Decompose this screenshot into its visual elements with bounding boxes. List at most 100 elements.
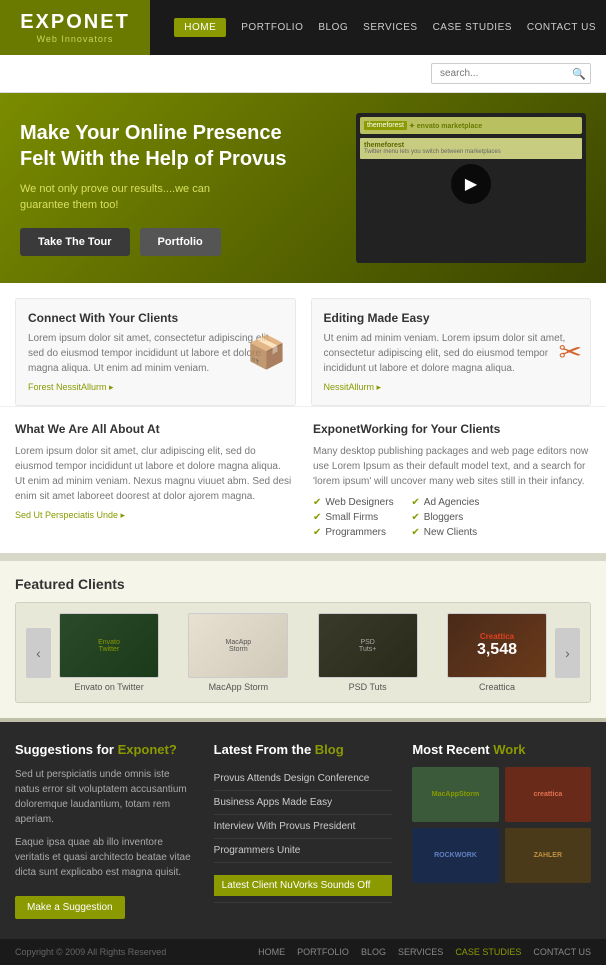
nav-home[interactable]: HOME [174, 18, 226, 37]
blog-item-4: Programmers Unite [214, 839, 393, 863]
check-icon-1: ✔ [313, 497, 321, 508]
work-grid: MacAppStorm creattica ROCKWORK ZAHLER [412, 767, 591, 883]
client-name-1: Envato on Twitter [74, 682, 143, 692]
nav-case-studies[interactable]: CASE STUDIES [433, 22, 512, 33]
check-bloggers: ✔Bloggers [411, 512, 494, 523]
make-suggestion-button[interactable]: Make a Suggestion [15, 896, 125, 919]
check-icon-6: ✔ [411, 527, 419, 538]
featured-clients-heading: Featured Clients [15, 576, 591, 592]
blog-link-4[interactable]: Programmers Unite [214, 845, 393, 856]
blog-title: Latest From the Blog [214, 742, 393, 757]
logo-subtitle: Web Innovators [37, 34, 114, 44]
client-name-4: Creattica [479, 682, 515, 692]
feature-connect-title: Connect With Your Clients [28, 311, 283, 325]
portfolio-button[interactable]: Portfolio [140, 228, 221, 256]
work-title-bold: Work [493, 742, 525, 757]
search-input[interactable] [431, 63, 591, 84]
feature-connect: Connect With Your Clients Lorem ipsum do… [15, 298, 296, 406]
logo-text: EXPONET [20, 11, 130, 34]
blog-col: Latest From the Blog Provus Attends Desi… [214, 742, 393, 919]
footer-nav-case-studies[interactable]: CASE STUDIES [455, 947, 521, 957]
featured-clients-section: Featured Clients ‹ EnvatoTwitter Envato … [0, 561, 606, 718]
check-programmers: ✔Programmers [313, 527, 396, 538]
client-1: EnvatoTwitter Envato on Twitter [59, 613, 159, 692]
bottom-section: Suggestions for Exponet? Sed ut perspici… [0, 722, 606, 939]
check-list: ✔Web Designers ✔Ad Agencies ✔Small Firms… [313, 497, 591, 538]
hero-title: Make Your Online PresenceFelt With the H… [20, 120, 336, 172]
footer-nav-services[interactable]: SERVICES [398, 947, 443, 957]
footer-nav: HOME PORTFOLIO BLOG SERVICES CASE STUDIE… [258, 947, 591, 957]
footer-nav-contact[interactable]: CONTACT US [533, 947, 591, 957]
features-row: Connect With Your Clients Lorem ipsum do… [15, 298, 591, 406]
section-divider-1 [0, 553, 606, 561]
play-button[interactable]: ▶ [451, 164, 491, 204]
work-item-3: ROCKWORK [412, 828, 498, 883]
check-icon-2: ✔ [411, 497, 419, 508]
check-icon-5: ✔ [313, 527, 321, 538]
suggestions-col: Suggestions for Exponet? Sed ut perspici… [15, 742, 194, 919]
header: EXPONET Web Innovators HOME PORTFOLIO BL… [0, 0, 606, 55]
nav-portfolio[interactable]: PORTFOLIO [241, 22, 303, 33]
blog-item-5: Latest Client NuVorks Sounds Off [214, 863, 393, 903]
hero-section: Make Your Online PresenceFelt With the H… [0, 93, 606, 283]
hero-video[interactable]: themeforest ✦ envato marketplace themefo… [356, 113, 586, 263]
check-icon-3: ✔ [313, 512, 321, 523]
feature-edit-link[interactable]: NessitAllurm ▸ [324, 382, 579, 393]
search-icon[interactable]: 🔍 [572, 67, 586, 80]
footer-nav-portfolio[interactable]: PORTFOLIO [297, 947, 349, 957]
feature-connect-link[interactable]: Forest NessitAllurm ▸ [28, 382, 283, 393]
clients-carousel: ‹ EnvatoTwitter Envato on Twitter MacApp… [15, 602, 591, 703]
clients-items: EnvatoTwitter Envato on Twitter MacAppSt… [59, 613, 547, 692]
client-thumb-4: Creattica3,548 [447, 613, 547, 678]
info-left: What We Are All About At Lorem ipsum dol… [15, 422, 293, 538]
connect-icon: 📦 [247, 333, 287, 371]
info-right: ExponetWorking for Your Clients Many des… [313, 422, 591, 538]
suggestions-title: Suggestions for Exponet? [15, 742, 194, 757]
check-new-clients: ✔New Clients [411, 527, 494, 538]
blog-list: Provus Attends Design Conference Busines… [214, 767, 393, 903]
blog-title-bold: Blog [315, 742, 344, 757]
nav-services[interactable]: SERVICES [363, 22, 417, 33]
blog-link-3[interactable]: Interview With Provus President [214, 821, 393, 832]
blog-link-1[interactable]: Provus Attends Design Conference [214, 773, 393, 784]
hero-subtitle: We not only prove our results....we cang… [20, 182, 336, 213]
take-tour-button[interactable]: Take The Tour [20, 228, 130, 256]
scissors-icon: ✂ [559, 336, 582, 369]
search-bar: 🔍 [0, 55, 606, 93]
info-left-link[interactable]: Sed Ut Perspeciatis Unde ▸ [15, 510, 293, 521]
feature-connect-text: Lorem ipsum dolor sit amet, consectetur … [28, 331, 283, 376]
blog-item-3: Interview With Provus President [214, 815, 393, 839]
blog-item-2: Business Apps Made Easy [214, 791, 393, 815]
work-item-2: creattica [505, 767, 591, 822]
logo: EXPONET Web Innovators [0, 0, 150, 55]
client-thumb-2: MacAppStorm [188, 613, 288, 678]
check-web-designers: ✔Web Designers [313, 497, 396, 508]
nav-contact[interactable]: CONTACT US [527, 22, 596, 33]
footer-nav-blog[interactable]: BLOG [361, 947, 386, 957]
carousel-next[interactable]: › [555, 628, 580, 678]
carousel-prev[interactable]: ‹ [26, 628, 51, 678]
feature-edit-text: Ut enim ad minim veniam. Lorem ipsum dol… [324, 331, 579, 376]
footer-nav-home[interactable]: HOME [258, 947, 285, 957]
client-name-2: MacApp Storm [209, 682, 269, 692]
blog-link-highlight[interactable]: Latest Client NuVorks Sounds Off [214, 875, 393, 896]
check-icon-4: ✔ [411, 512, 419, 523]
nav-blog[interactable]: BLOG [318, 22, 348, 33]
client-name-3: PSD Tuts [349, 682, 387, 692]
features-section: Connect With Your Clients Lorem ipsum do… [0, 283, 606, 406]
info-left-title: What We Are All About At [15, 422, 293, 436]
feature-edit: Editing Made Easy Ut enim ad minim venia… [311, 298, 592, 406]
suggestions-brand: Exponet? [118, 742, 177, 757]
client-thumb-1: EnvatoTwitter [59, 613, 159, 678]
blog-item-1: Provus Attends Design Conference [214, 767, 393, 791]
blog-link-2[interactable]: Business Apps Made Easy [214, 797, 393, 808]
main-nav: HOME PORTFOLIO BLOG SERVICES CASE STUDIE… [174, 18, 596, 37]
check-small-firms: ✔Small Firms [313, 512, 396, 523]
footer-copyright: Copyright © 2009 All Rights Reserved [15, 947, 166, 957]
info-right-text: Many desktop publishing packages and web… [313, 444, 591, 489]
client-thumb-3: PSDTuts+ [318, 613, 418, 678]
work-title: Most Recent Work [412, 742, 591, 757]
suggestions-text2: Eaque ipsa quae ab illo inventore verita… [15, 835, 194, 880]
client-4: Creattica3,548 Creattica [447, 613, 547, 692]
work-col: Most Recent Work MacAppStorm creattica R… [412, 742, 591, 919]
